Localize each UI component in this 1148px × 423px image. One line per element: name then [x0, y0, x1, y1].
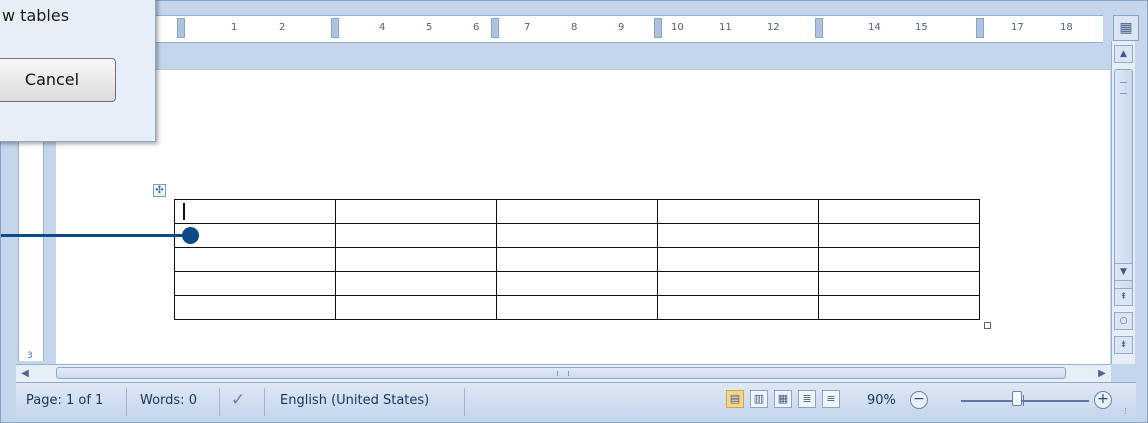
table-cell[interactable]	[657, 247, 819, 272]
table-cell[interactable]	[818, 223, 980, 248]
ruler-label: 5	[426, 22, 433, 33]
table-cell[interactable]	[335, 223, 497, 248]
scroll-up-icon[interactable]: ▲	[1114, 45, 1133, 63]
page-count[interactable]: Page: 1 of 1	[26, 393, 103, 408]
table-cell[interactable]	[496, 271, 658, 296]
column-marker[interactable]	[331, 18, 339, 38]
table-row	[174, 295, 980, 320]
ruler-label: 10	[671, 22, 684, 33]
dialog-option-text: w tables	[2, 6, 70, 25]
ruler-toggle-icon[interactable]: ▦	[1113, 15, 1139, 41]
print-layout-icon[interactable]: ▤	[726, 390, 744, 408]
horizontal-scrollbar[interactable]: ◀ ▶	[16, 364, 1111, 382]
separator	[126, 388, 127, 416]
text-caret	[183, 203, 185, 220]
zoom-slider-thumb[interactable]	[1012, 391, 1022, 406]
table-cell[interactable]	[174, 199, 336, 224]
table-resize-handle[interactable]	[984, 322, 991, 329]
zoom-center-tick	[1023, 395, 1024, 406]
table-row	[174, 271, 980, 296]
column-marker[interactable]	[815, 18, 823, 38]
table-row	[174, 223, 980, 248]
web-layout-icon[interactable]: ▦	[774, 390, 792, 408]
document-table[interactable]	[174, 199, 980, 320]
callout-line	[1, 234, 187, 237]
grip-icon	[1120, 82, 1127, 94]
scroll-down-icon[interactable]: ▼	[1114, 263, 1133, 281]
indent-marker[interactable]	[177, 18, 185, 38]
table-cell[interactable]	[657, 295, 819, 320]
table-cell[interactable]	[496, 295, 658, 320]
ruler-label: 4	[379, 22, 386, 33]
vertical-scroll-thumb[interactable]	[1114, 69, 1133, 295]
insert-table-dialog: w tables Cancel	[0, 0, 156, 142]
word-window: 1 2 4 5 6 7 8 9 10 11 12 14 15 17 18 ▦ 3…	[0, 0, 1148, 423]
table-cell[interactable]	[174, 295, 336, 320]
table-cell[interactable]	[818, 295, 980, 320]
table-cell[interactable]	[818, 247, 980, 272]
table-cell[interactable]	[496, 199, 658, 224]
ruler-label: 14	[868, 22, 881, 33]
status-bar: Page: 1 of 1 Words: 0 ✓ English (United …	[16, 382, 1136, 421]
ruler-label: 12	[767, 22, 780, 33]
ruler-label: 17	[1011, 22, 1024, 33]
full-screen-reading-icon[interactable]: ▥	[750, 390, 768, 408]
ruler-label: 1	[231, 22, 238, 33]
ruler-label: 7	[524, 22, 531, 33]
word-count[interactable]: Words: 0	[140, 393, 197, 408]
view-buttons: ▤ ▥ ▦ ≣ ≡	[726, 390, 856, 414]
table-row	[174, 247, 980, 272]
callout-dot	[182, 227, 199, 244]
table-cell[interactable]	[818, 271, 980, 296]
table-cell[interactable]	[657, 223, 819, 248]
previous-page-icon[interactable]: ⇞	[1114, 288, 1133, 306]
grip-icon	[557, 371, 569, 376]
table-cell[interactable]	[496, 223, 658, 248]
table-move-handle-icon[interactable]: ✣	[153, 184, 166, 197]
column-marker[interactable]	[491, 18, 499, 38]
ruler-label: 9	[618, 22, 625, 33]
horizontal-ruler[interactable]: 1 2 4 5 6 7 8 9 10 11 12 14 15 17 18	[151, 15, 1103, 43]
table-cell[interactable]	[818, 199, 980, 224]
table-cell[interactable]	[174, 247, 336, 272]
table-cell[interactable]	[335, 295, 497, 320]
draft-icon[interactable]: ≡	[822, 390, 840, 408]
ruler-label: 11	[719, 22, 732, 33]
table-cell[interactable]	[496, 247, 658, 272]
table-row	[174, 199, 980, 224]
ruler-label: 15	[915, 22, 928, 33]
table-cell[interactable]	[657, 271, 819, 296]
ruler-label: 8	[571, 22, 578, 33]
outline-icon[interactable]: ≣	[798, 390, 816, 408]
ruler-label: 18	[1060, 22, 1073, 33]
vruler-label: 3	[27, 351, 33, 361]
table-cell[interactable]	[174, 271, 336, 296]
table-cell[interactable]	[335, 199, 497, 224]
scroll-right-icon[interactable]: ▶	[1093, 365, 1111, 382]
next-page-icon[interactable]: ⇟	[1114, 336, 1133, 354]
column-marker[interactable]	[976, 18, 984, 38]
scroll-left-icon[interactable]: ◀	[16, 365, 34, 382]
resize-grip-icon[interactable]: ⁝	[1124, 407, 1134, 417]
ruler-label: 2	[279, 22, 286, 33]
table-cell[interactable]	[335, 271, 497, 296]
column-marker[interactable]	[654, 18, 662, 38]
table-cell[interactable]	[335, 247, 497, 272]
zoom-in-icon[interactable]: +	[1094, 391, 1112, 409]
language-indicator[interactable]: English (United States)	[280, 393, 429, 408]
vertical-scrollbar[interactable]: ▲ ▼ ⇞ ○ ⇟	[1111, 41, 1135, 364]
select-browse-object-icon[interactable]: ○	[1114, 312, 1133, 330]
ruler-label: 6	[473, 22, 480, 33]
cancel-button[interactable]: Cancel	[0, 58, 116, 102]
zoom-level[interactable]: 90%	[867, 393, 896, 408]
horizontal-scroll-thumb[interactable]	[56, 367, 1066, 379]
separator	[219, 388, 220, 416]
zoom-slider-track[interactable]	[961, 400, 1089, 402]
separator	[264, 388, 265, 416]
zoom-out-icon[interactable]: −	[910, 391, 928, 409]
separator	[464, 388, 465, 416]
proofing-check-icon[interactable]: ✓	[231, 390, 245, 410]
table-cell[interactable]	[657, 199, 819, 224]
